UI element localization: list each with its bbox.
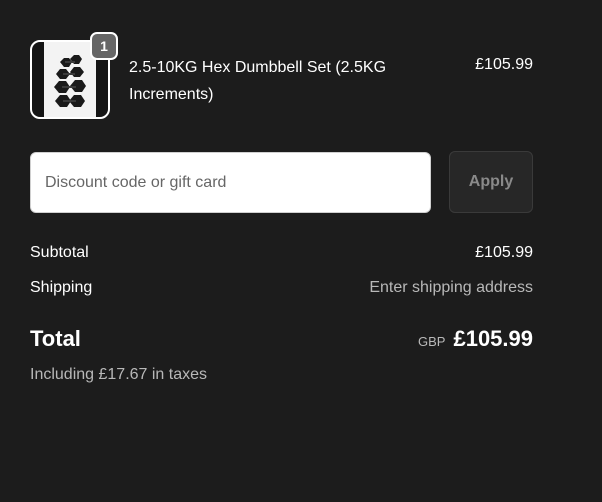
product-price: £105.99 [475,56,533,73]
total-amount: £105.99 [453,326,533,351]
product-thumbnail-wrapper: 1 [30,32,118,119]
total-row: Total GBP £105.99 [30,326,533,356]
shipping-value: Enter shipping address [369,279,533,296]
subtotal-label: Subtotal [30,244,89,261]
currency-code: GBP [418,334,446,349]
discount-code-input[interactable] [30,152,431,213]
total-label: Total [30,326,81,351]
quantity-badge: 1 [90,32,118,60]
subtotal-value: £105.99 [475,244,533,261]
product-name: 2.5-10KG Hex Dumbbell Set (2.5KG Increme… [129,59,387,103]
taxes-note: Including £17.67 in taxes [30,366,208,383]
apply-discount-button[interactable]: Apply [449,151,533,213]
product-line-item: 1 2.5-10KG Hex Dumbbell Set (2.5KG Incre… [30,32,533,120]
shipping-label: Shipping [30,279,93,296]
shipping-row: Shipping Enter shipping address [30,279,533,299]
subtotal-row: Subtotal £105.99 [30,244,533,264]
total-value-group: GBP £105.99 [418,326,533,352]
order-summary: 1 2.5-10KG Hex Dumbbell Set (2.5KG Incre… [0,0,602,502]
